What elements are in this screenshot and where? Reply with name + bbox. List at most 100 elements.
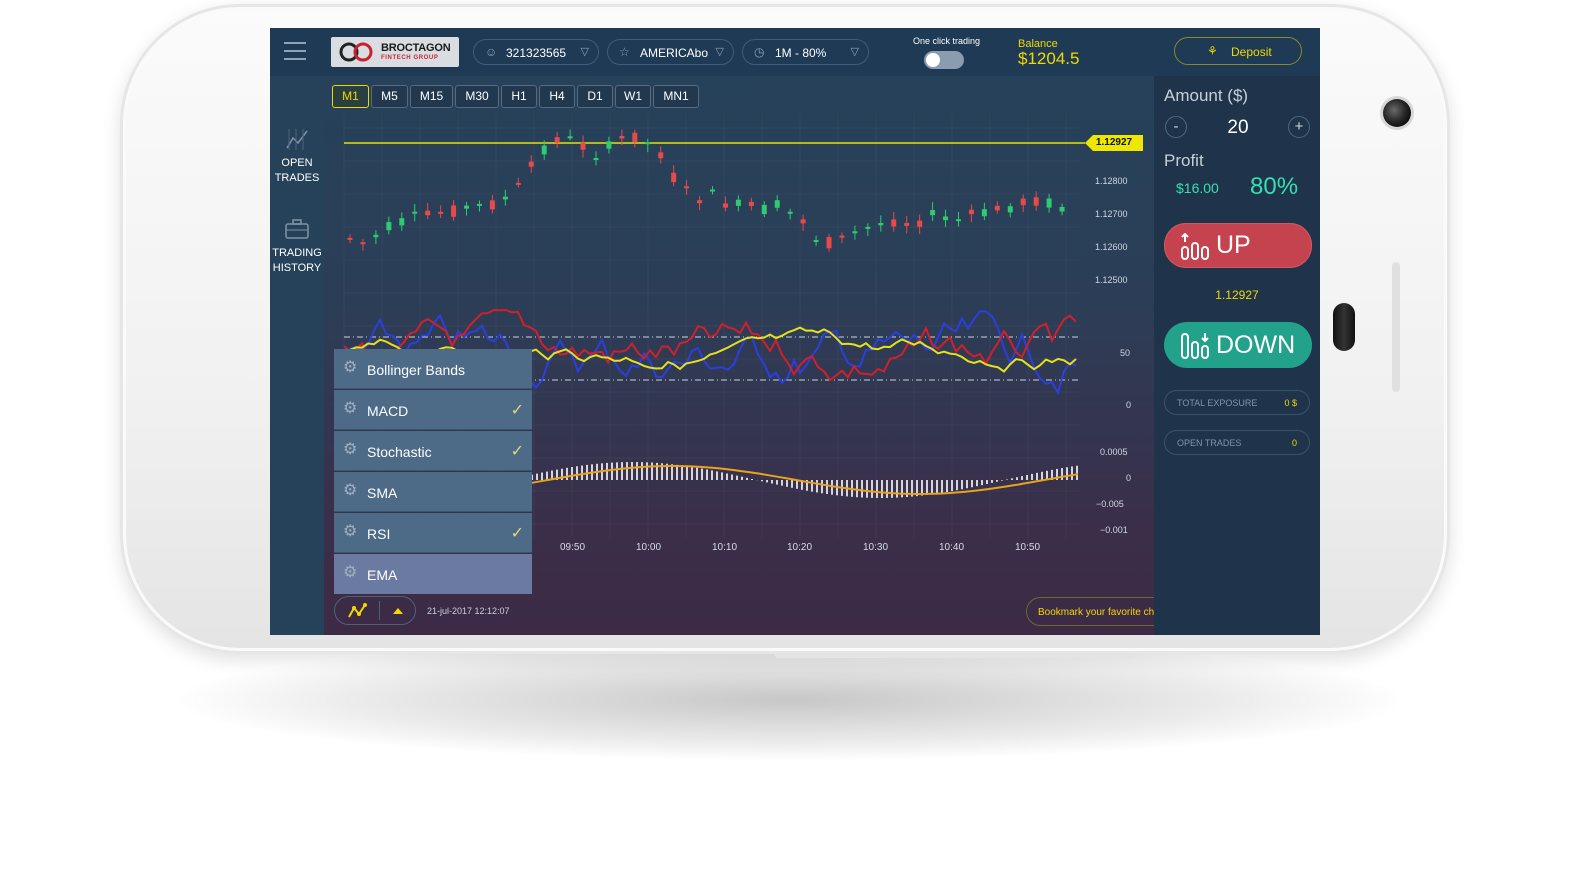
total-exposure-value: 0 $ (1284, 398, 1297, 408)
bars-down-icon (1181, 333, 1209, 359)
time-tick: 10:40 (939, 542, 965, 553)
candle-body (917, 220, 923, 227)
candle-body (1046, 198, 1052, 208)
up-button[interactable]: UP (1164, 223, 1312, 268)
candle-body (567, 136, 573, 139)
candle-body (878, 222, 884, 226)
candle-body (787, 211, 793, 214)
indicator-wave-icon (348, 603, 367, 618)
phone-shadow (180, 640, 1400, 760)
gear-icon: ⚙ (343, 359, 358, 376)
candle-body (930, 210, 936, 216)
candle-body (748, 201, 754, 206)
macd-tick: 0 (1126, 473, 1132, 483)
candle-body (606, 141, 612, 149)
indicator-rsi[interactable]: ⚙ RSI ✓ (334, 513, 532, 553)
stoch-tick: 50 (1120, 348, 1131, 358)
macd-histogram (531, 462, 1079, 498)
candle-body (658, 152, 664, 159)
chart-datetime: 21-jul-2017 12:12:07 (427, 606, 510, 616)
indicators-toggle-button[interactable] (334, 596, 416, 625)
time-tick: 09:50 (560, 542, 586, 553)
candle-body (800, 219, 806, 224)
amount-decrease-button[interactable]: - (1165, 116, 1187, 138)
time-tick: 10:00 (636, 542, 662, 553)
time-tick: 10:20 (787, 542, 813, 553)
time-tick: 10:30 (863, 542, 889, 553)
check-icon: ✓ (510, 402, 524, 419)
candle-body (994, 205, 1000, 211)
amount-value[interactable]: 20 (1214, 117, 1262, 139)
candle-body (671, 172, 677, 183)
total-exposure-pill: TOTAL EXPOSURE 0 $ (1164, 390, 1310, 415)
indicator-label: Bollinger Bands (367, 362, 466, 378)
candle-body (891, 219, 897, 227)
stoch-tick: 0 (1126, 400, 1132, 410)
price-tick: 1.12500 (1095, 275, 1128, 285)
candle-body (489, 200, 495, 210)
candle-body (464, 205, 470, 209)
check-icon: ✓ (510, 525, 524, 542)
money-bag-icon: ⚘ (1207, 44, 1218, 58)
amount-label: Amount ($) (1164, 86, 1249, 105)
open-trades-pill[interactable]: OPEN TRADES 0 (1164, 430, 1310, 455)
candle-body (425, 210, 431, 216)
check-icon: ✓ (510, 443, 524, 460)
price-tick: 1.12700 (1095, 209, 1128, 219)
time-tick: 10:10 (712, 542, 738, 553)
candle-body (528, 161, 534, 167)
candle-body (826, 237, 832, 249)
candle-body (697, 200, 703, 204)
candle-body (981, 209, 987, 217)
macd-tick: −0.005 (1096, 499, 1124, 509)
candle-body (554, 137, 560, 143)
indicator-sma[interactable]: ⚙ SMA (334, 472, 532, 512)
candle-body (735, 199, 741, 206)
candle-body (515, 182, 521, 185)
profit-percent: 80% (1250, 173, 1299, 200)
candle-body (399, 218, 405, 226)
candle-body (852, 231, 858, 234)
candle-body (541, 145, 547, 155)
toggle-divider (379, 601, 380, 620)
macd-tick: 0.0005 (1100, 447, 1128, 457)
indicator-bollinger-bands[interactable]: ⚙ Bollinger Bands (334, 349, 532, 389)
open-trades-value: 0 (1291, 438, 1297, 448)
gear-icon: ⚙ (343, 523, 358, 540)
candle-body (943, 216, 949, 221)
profit-label: Profit (1164, 151, 1204, 170)
down-button[interactable]: DOWN (1164, 322, 1312, 368)
macd-tick: −0.001 (1100, 525, 1128, 535)
amount-increase-button[interactable]: + (1288, 116, 1310, 138)
candle-body (722, 203, 728, 208)
candle-body (813, 239, 819, 242)
candle-body (761, 204, 767, 215)
price-tick: 1.12600 (1095, 242, 1128, 252)
candle-body (774, 200, 780, 208)
price-tick: 1.12800 (1095, 176, 1128, 186)
candle-body (632, 132, 638, 143)
deposit-label: Deposit (1231, 45, 1272, 59)
up-label: UP (1216, 231, 1251, 259)
candle-body (438, 211, 444, 214)
candle-body (710, 189, 715, 192)
indicator-macd[interactable]: ⚙ MACD ✓ (334, 390, 532, 430)
indicator-label: RSI (367, 526, 391, 542)
candle-body (955, 219, 961, 222)
candle-body (1033, 197, 1039, 206)
candle-body (1007, 206, 1013, 213)
indicator-menu: ⚙ Bollinger Bands ⚙ MACD ✓ ⚙ Stochastic … (334, 349, 532, 596)
time-tick: 10:50 (1015, 542, 1041, 553)
deposit-button[interactable]: ⚘ Deposit (1174, 37, 1302, 65)
bars-up-icon (1181, 233, 1209, 260)
indicator-label: MACD (367, 403, 409, 419)
gear-icon: ⚙ (343, 441, 358, 458)
panel-current-price: 1.12927 (1215, 288, 1259, 302)
gear-icon: ⚙ (343, 482, 358, 499)
indicator-label: EMA (367, 567, 398, 583)
indicator-stochastic[interactable]: ⚙ Stochastic ✓ (334, 431, 532, 471)
candle-body (373, 234, 379, 238)
phone-bottom-edge (775, 652, 1135, 658)
caret-up-icon (393, 608, 403, 614)
candle-body (412, 211, 418, 214)
